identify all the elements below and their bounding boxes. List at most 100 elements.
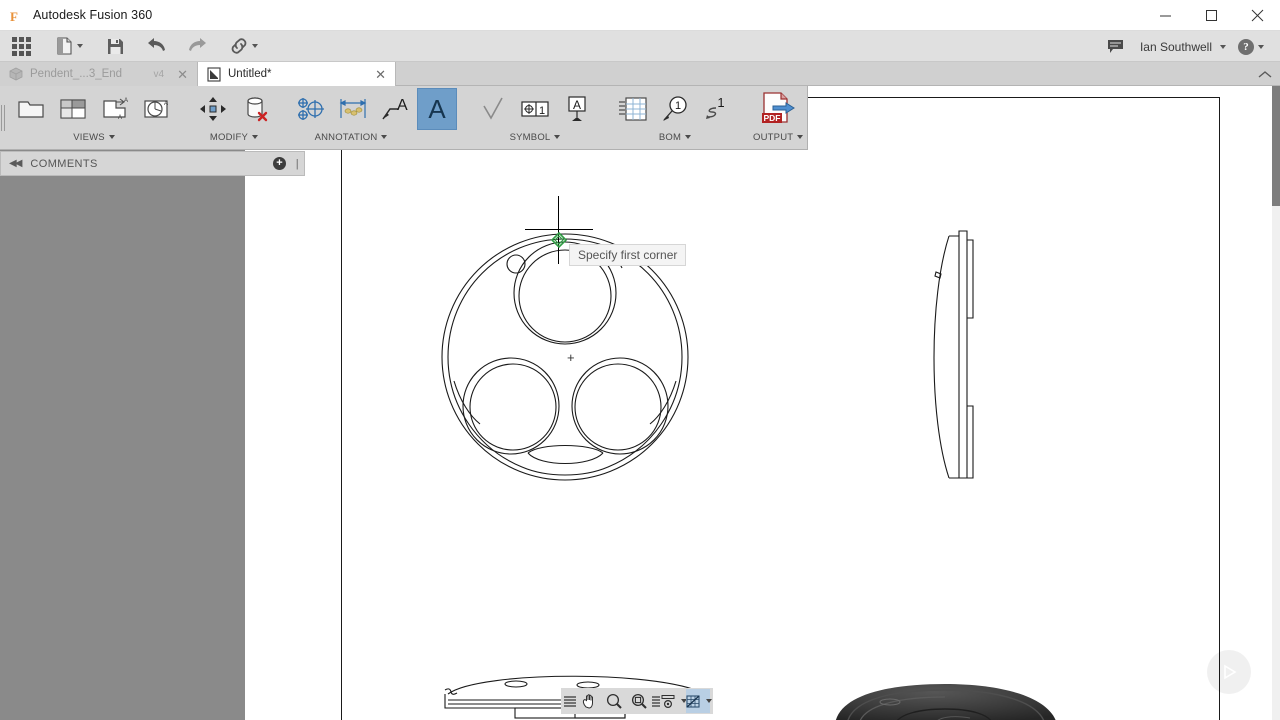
canvas-vertical-scrollbar[interactable] — [1272, 86, 1280, 720]
delete-view-button[interactable] — [235, 88, 275, 130]
desktop-background-left — [0, 151, 245, 720]
close-icon — [1251, 9, 1263, 22]
move-arrows-icon — [200, 97, 226, 121]
svg-text:PDF: PDF — [764, 113, 781, 123]
ribbon-group-text: OUTPUT — [753, 131, 794, 143]
renumber-button[interactable]: 1 — [697, 88, 737, 130]
ribbon-group-label-modify[interactable]: MODIFY — [209, 130, 259, 144]
grid-icon — [12, 36, 31, 56]
add-comment-button[interactable]: + — [273, 157, 286, 170]
document-tab-label: Untitled* — [228, 68, 272, 80]
scrollbar-thumb[interactable] — [1272, 86, 1280, 206]
link-icon — [231, 38, 247, 54]
zoom-button[interactable] — [602, 689, 626, 713]
ribbon-group-modify: MODIFY — [188, 86, 280, 149]
pdf-export-icon: PDF — [762, 92, 796, 123]
base-view-button[interactable] — [11, 88, 51, 130]
help-menu-button[interactable]: ? — [1232, 31, 1270, 62]
ribbon-group-text: BOM — [658, 131, 682, 143]
dimension-icon — [339, 99, 367, 118]
base-view-icon — [18, 101, 44, 118]
shaded-3d-view[interactable] — [825, 684, 1075, 720]
chevron-down-icon — [685, 135, 692, 139]
ribbon-group-label-symbol[interactable]: SYMBOL — [510, 130, 561, 144]
drawing-icon — [207, 66, 221, 82]
magnifier-icon — [606, 693, 622, 709]
minimize-icon — [1159, 15, 1171, 17]
balloon-button[interactable]: 1 — [655, 88, 695, 130]
ribbon-group-bom: 1 1 BOM — [608, 86, 742, 149]
close-button[interactable] — [1234, 0, 1280, 31]
feature-control-frame-button[interactable]: 1 — [515, 88, 555, 130]
file-menu-button[interactable] — [51, 31, 89, 62]
ribbon-group-label-output[interactable]: OUTPUT — [753, 130, 804, 144]
svg-text:A: A — [124, 98, 128, 104]
detail-view-button[interactable]: A — [137, 88, 177, 130]
relationships-button[interactable] — [224, 31, 264, 62]
move-view-button[interactable] — [193, 88, 233, 130]
nav-menu-lines[interactable] — [564, 693, 576, 709]
feature-frame-icon: 1 — [521, 101, 549, 117]
display-settings-button[interactable] — [661, 689, 687, 713]
show-data-panel-button[interactable] — [6, 31, 37, 62]
svg-text:1: 1 — [717, 95, 724, 110]
redo-button[interactable] — [181, 31, 212, 62]
maximize-button[interactable] — [1188, 0, 1234, 31]
ribbon-toolbar: A A A VIEWS MODIFY A A ANNOTATION 1 A SY… — [0, 86, 808, 150]
undo-arrow-icon — [148, 38, 165, 51]
svg-text:1: 1 — [675, 100, 681, 112]
undo-button[interactable] — [142, 31, 173, 62]
ribbon-group-text: ANNOTATION — [314, 131, 378, 143]
grid-snaps-button[interactable] — [685, 689, 712, 713]
side-view-pendant[interactable] — [923, 228, 983, 488]
app-title: Autodesk Fusion 360 — [33, 8, 153, 22]
svg-text:A: A — [428, 94, 446, 124]
table-button[interactable] — [613, 88, 653, 130]
snap-point-marker — [550, 231, 568, 249]
document-tab-pendant[interactable]: Pendent_...3_End v4 ✕ — [0, 62, 198, 86]
surface-texture-button[interactable] — [473, 88, 513, 130]
comments-toggle-button[interactable] — [1101, 31, 1130, 62]
close-icon[interactable]: ✕ — [171, 68, 188, 81]
svg-text:A: A — [164, 101, 168, 107]
ribbon-group-label-annotation[interactable]: ANNOTATION — [315, 130, 388, 144]
text-tool-button[interactable]: A — [417, 88, 457, 130]
close-icon[interactable]: ✕ — [369, 68, 386, 81]
save-button[interactable] — [101, 31, 130, 62]
navigation-bar[interactable] — [561, 688, 713, 714]
collapse-panel-icon[interactable]: ◀◀ — [9, 158, 22, 169]
projected-view-button[interactable] — [53, 88, 93, 130]
comments-panel-title: COMMENTS — [30, 157, 98, 170]
svg-text:1: 1 — [539, 105, 545, 117]
ribbon-group-views: A A A VIEWS — [6, 86, 182, 149]
datum-identifier-button[interactable]: A — [557, 88, 597, 130]
drawing-canvas[interactable]: + Specify first corner — [245, 86, 1272, 720]
ribbon-group-text: MODIFY — [209, 131, 249, 143]
zoom-window-button[interactable] — [627, 689, 651, 713]
dimension-button[interactable] — [333, 88, 373, 130]
user-menu-button[interactable]: Ian Southwell — [1130, 31, 1232, 62]
save-icon — [108, 38, 123, 54]
centermark-button[interactable] — [291, 88, 331, 130]
ribbon-group-label-views[interactable]: VIEWS — [73, 130, 115, 144]
minimize-button[interactable] — [1142, 0, 1188, 31]
chevron-down-icon — [252, 135, 259, 139]
quick-access-right-group: Ian Southwell ? — [1101, 31, 1280, 62]
cube-icon — [9, 67, 23, 81]
pan-button[interactable] — [577, 689, 601, 713]
view-center-mark: + — [567, 350, 575, 365]
ribbon-group-label-bom[interactable]: BOM — [658, 130, 692, 144]
section-view-button[interactable]: A A — [95, 88, 135, 130]
help-icon: ? — [1238, 38, 1254, 55]
datum-icon: A — [568, 96, 586, 121]
leader-text-button[interactable]: A — [375, 88, 415, 130]
output-pdf-button[interactable]: PDF — [755, 88, 801, 130]
chevron-down-icon — [554, 135, 561, 139]
collapse-ribbon-button[interactable] — [1258, 66, 1272, 84]
comments-panel[interactable]: ◀◀ COMMENTS + ||| — [0, 151, 305, 176]
redo-arrow-icon — [189, 38, 206, 51]
play-overlay-button[interactable] — [1207, 650, 1251, 694]
chevron-down-icon — [1258, 44, 1264, 49]
document-tab-untitled[interactable]: Untitled* ✕ — [198, 62, 396, 86]
svg-text:A: A — [573, 98, 581, 112]
